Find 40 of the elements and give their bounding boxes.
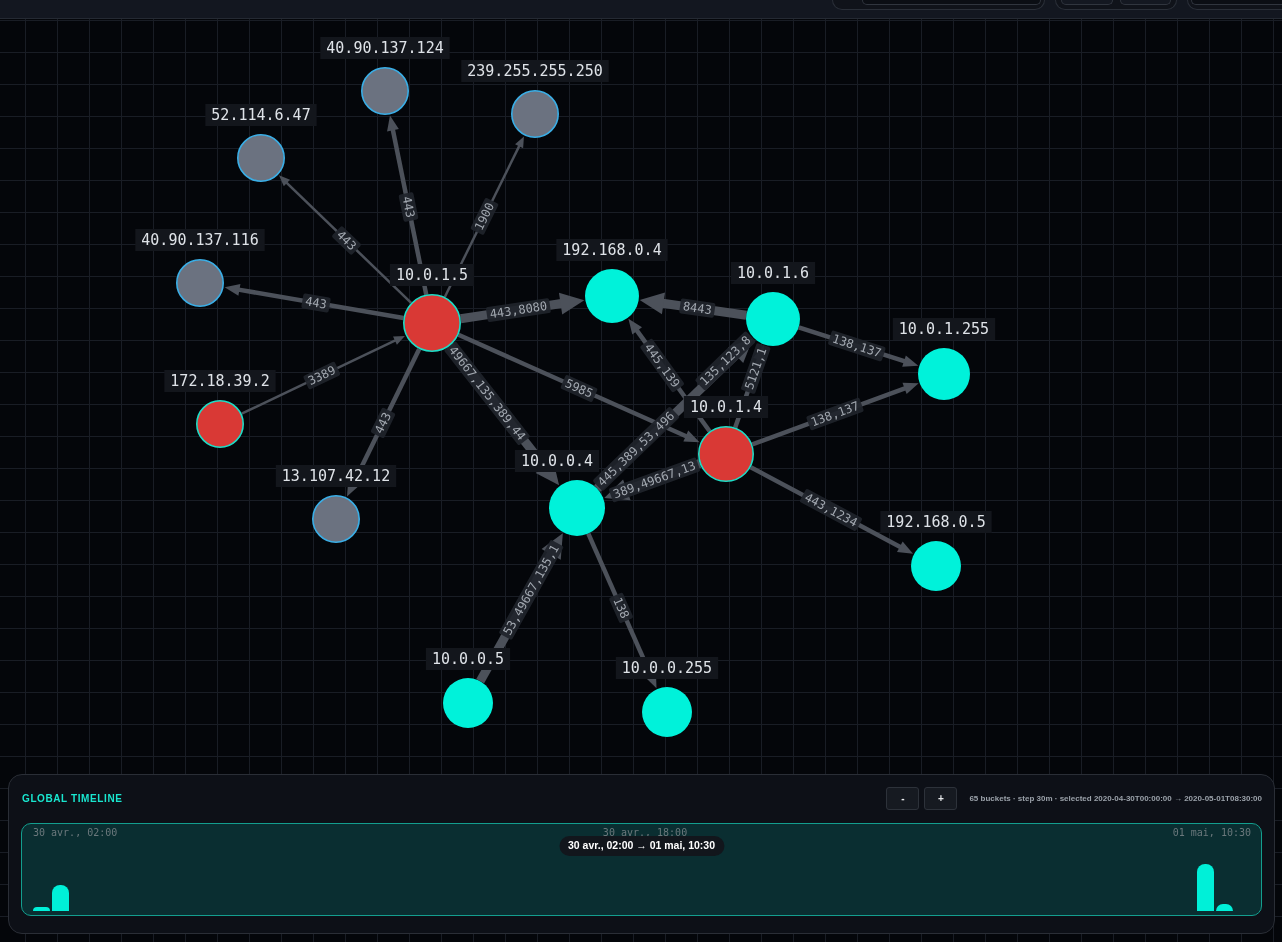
ip-label: 192.168.0.4 — [556, 239, 668, 261]
ip-label: 192.168.0.5 — [880, 511, 992, 533]
port-label: 443 — [398, 191, 419, 223]
ip-label: 239.255.255.250 — [461, 60, 609, 82]
ip-label: 10.0.0.255 — [615, 657, 719, 679]
axis-label: 01 mai, 10:30 — [1172, 827, 1251, 838]
ip-label: 13.107.42.12 — [275, 465, 397, 487]
port-label: 443 — [370, 407, 396, 439]
port-label: 5985 — [560, 374, 598, 403]
toolbar-button[interactable] — [1061, 0, 1113, 5]
port-label: 138 — [608, 592, 634, 624]
ip-label: 52.114.6.47 — [205, 104, 317, 126]
zoom-button[interactable]: + — [924, 787, 958, 810]
input-field[interactable] — [862, 0, 1041, 5]
timeline-track[interactable]: 30 avr., 02:00 30 avr., 18:00 01 mai, 10:30 30 avr., 02:00 → 01 mai, 10:30 — [21, 823, 1262, 916]
axis-label: 30 avr., 18:00 — [602, 827, 688, 838]
port-label: 3389 — [302, 361, 341, 390]
axis-label: 30 avr., 02:00 — [33, 827, 118, 838]
port-label: 8443 — [679, 298, 716, 319]
ip-label: 40.90.137.124 — [320, 37, 450, 59]
range-tooltip: 30 avr., 02:00 → 01 mai, 10:30 — [558, 836, 725, 856]
ip-label: 10.0.0.4 — [514, 450, 600, 472]
ip-label: 172.18.39.2 — [164, 370, 276, 392]
ip-label: 10.0.1.5 — [389, 264, 475, 286]
port-label: 443,8080 — [485, 297, 552, 323]
input-field[interactable] — [1191, 0, 1282, 5]
port-label: 443 — [331, 225, 362, 256]
port-label: 1900 — [470, 197, 499, 236]
timeline-summary: 65 buckets · step 30m · selected 2020-04-30T00:00:00 → 2020-05-01T08:30:00 — [969, 792, 1262, 805]
ip-label: 10.0.1.255 — [892, 318, 996, 340]
timeline-title: GLOBAL TIMELINE — [21, 792, 123, 806]
ip-label: 10.0.1.6 — [730, 262, 816, 284]
ip-label: 10.0.1.4 — [683, 396, 769, 418]
port-label: 443 — [301, 293, 331, 313]
toolbar-button[interactable] — [1119, 0, 1171, 5]
zoom-button[interactable]: - — [886, 787, 920, 810]
ip-label: 40.90.137.116 — [135, 229, 265, 251]
histogram-bar — [52, 885, 70, 911]
histogram-bar — [33, 907, 50, 911]
ip-label: 10.0.0.5 — [425, 648, 511, 670]
